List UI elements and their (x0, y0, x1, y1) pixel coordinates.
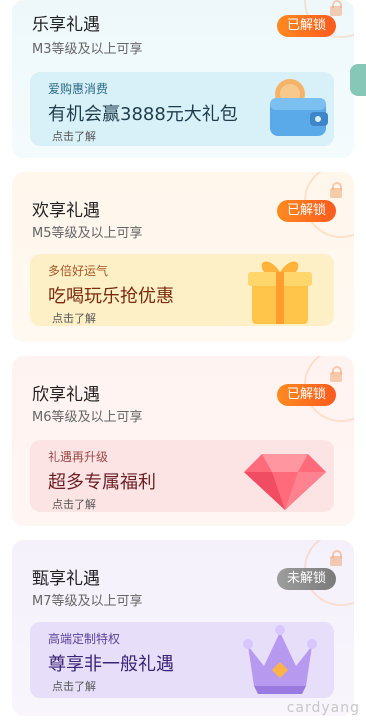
card-title: 甄享礼遇 (32, 569, 100, 589)
promo-tagline: 礼遇再升级 (48, 450, 109, 464)
gift-box-icon (248, 261, 312, 324)
card-subtitle: M5等级及以上可享 (32, 226, 143, 241)
diamond-icon (244, 454, 326, 510)
lock-icon (330, 182, 342, 198)
learn-more-link[interactable]: 点击了解 (52, 678, 96, 694)
benefit-card-m7[interactable]: 甄享礼遇 M7等级及以上可享 未解锁 高端定制特权 尊享非一般礼遇 点击了解 (12, 540, 354, 716)
promo-headline: 有机会赢3888元大礼包 (48, 104, 238, 125)
learn-more-link[interactable]: 点击了解 (52, 496, 96, 512)
benefit-card-m3[interactable]: 乐享礼遇 M3等级及以上可享 已解锁 爱购惠消费 有机会赢3888元大礼包 点击… (12, 0, 354, 158)
card-title: 欢享礼遇 (32, 201, 100, 221)
promo-banner[interactable]: 多倍好运气 吃喝玩乐抢优惠 点击了解 (30, 254, 334, 326)
wallet-icon (270, 79, 328, 136)
card-subtitle: M3等级及以上可享 (32, 42, 143, 57)
status-badge: 已解锁 (276, 200, 336, 222)
promo-tagline: 多倍好运气 (48, 264, 109, 278)
card-title: 乐享礼遇 (32, 15, 100, 35)
card-subtitle: M7等级及以上可享 (32, 594, 143, 609)
promo-headline: 吃喝玩乐抢优惠 (48, 286, 174, 307)
promo-banner[interactable]: 高端定制特权 尊享非一般礼遇 点击了解 (30, 622, 334, 698)
benefit-card-m5[interactable]: 欢享礼遇 M5等级及以上可享 已解锁 多倍好运气 吃喝玩乐抢优惠 点击了解 (12, 172, 354, 342)
card-title: 欣享礼遇 (32, 385, 100, 405)
benefit-card-m6[interactable]: 欣享礼遇 M6等级及以上可享 已解锁 礼遇再升级 超多专属福利 点击了解 (12, 356, 354, 526)
card-subtitle: M6等级及以上可享 (32, 410, 143, 425)
lock-icon (330, 550, 342, 566)
learn-more-link[interactable]: 点击了解 (52, 128, 96, 144)
status-badge: 已解锁 (276, 15, 336, 37)
promo-banner[interactable]: 爱购惠消费 有机会赢3888元大礼包 点击了解 (30, 72, 334, 146)
status-badge: 未解锁 (276, 568, 336, 590)
promo-banner[interactable]: 礼遇再升级 超多专属福利 点击了解 (30, 440, 334, 512)
promo-headline: 尊享非一般礼遇 (48, 654, 174, 675)
watermark-text: cardyang (286, 700, 360, 716)
crown-icon (243, 625, 317, 694)
avatar-icon[interactable] (350, 64, 366, 96)
lock-icon (330, 0, 342, 16)
promo-headline: 超多专属福利 (48, 472, 156, 493)
promo-tagline: 爱购惠消费 (48, 82, 109, 96)
promo-tagline: 高端定制特权 (48, 632, 121, 646)
status-badge: 已解锁 (276, 384, 336, 406)
lock-icon (330, 366, 342, 382)
learn-more-link[interactable]: 点击了解 (52, 310, 96, 326)
